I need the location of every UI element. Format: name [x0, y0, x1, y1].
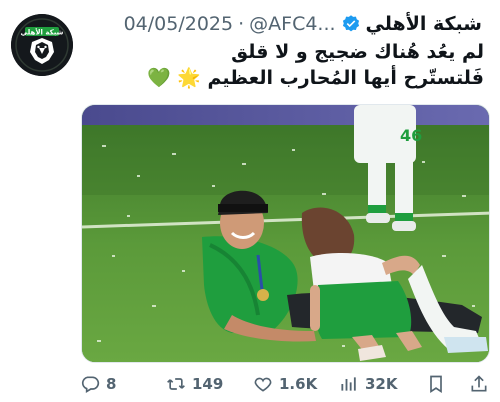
- user-handle[interactable]: @AFC4...: [249, 12, 335, 36]
- share-icon: [471, 375, 487, 392]
- reply-count: 8: [106, 375, 117, 393]
- views-chart-icon: [341, 377, 356, 391]
- tweet-photo[interactable]: 46: [81, 104, 490, 363]
- separator-dot: ·: [238, 13, 245, 35]
- tweet-header: شبكة الأهلي @AFC4... · 04/05/2025: [124, 12, 482, 36]
- avatar[interactable]: شبكة الأهلي: [11, 14, 73, 76]
- retweet-button[interactable]: 149: [166, 371, 223, 397]
- tweet-card[interactable]: شبكة الأهلي شبكة الأهلي @AFC4... · 04/05…: [0, 0, 500, 402]
- views-count: 32K: [365, 375, 398, 393]
- tweet-date[interactable]: 04/05/2025: [124, 12, 234, 36]
- retweet-count: 149: [192, 375, 224, 393]
- views-button[interactable]: 32K: [339, 371, 398, 397]
- retweet-icon: [167, 378, 185, 390]
- tweet-text: لم يعُد هُناك ضجيج و لا قلق فَلتستّرح أي…: [84, 39, 484, 91]
- display-name[interactable]: شبكة الأهلي: [366, 12, 482, 36]
- reply-button[interactable]: 8: [80, 371, 116, 397]
- verified-badge-icon: [342, 15, 359, 32]
- lion-logo-icon: شبكة الأهلي: [11, 14, 73, 76]
- tweet-text-line-2: فَلتستّرح أيها المُحارب العظيم 🌟 💚: [146, 67, 484, 89]
- bookmark-icon: [430, 375, 442, 394]
- jersey-number: 46: [400, 126, 422, 145]
- tweet-text-line-1: لم يعُد هُناك ضجيج و لا قلق: [231, 41, 484, 63]
- heart-icon: [254, 377, 272, 392]
- bookmark-button[interactable]: [426, 371, 446, 397]
- like-button[interactable]: 1.6K: [253, 371, 317, 397]
- share-button[interactable]: [469, 371, 489, 397]
- reply-icon: [81, 376, 100, 393]
- action-bar: 8 149 1.6K 32K: [80, 371, 490, 397]
- like-count: 1.6K: [279, 375, 318, 393]
- celebration-photo-image: 46: [82, 105, 489, 362]
- avatar-label: شبكة الأهلي: [21, 28, 64, 37]
